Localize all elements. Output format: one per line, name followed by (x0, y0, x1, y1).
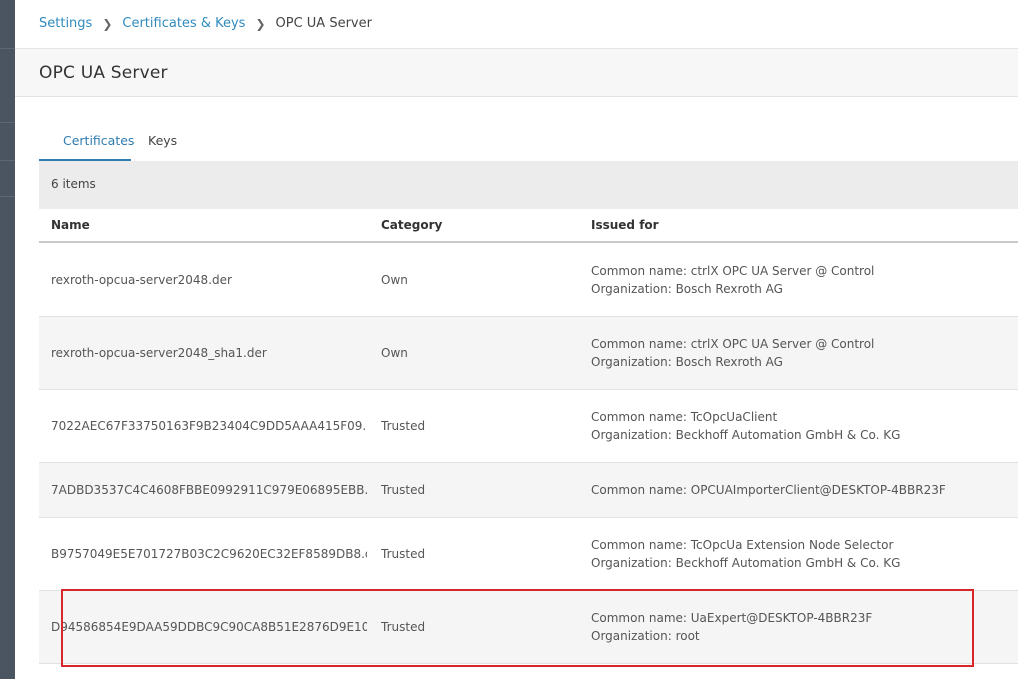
issued-for-line: Organization: Beckhoff Automation GmbH &… (591, 556, 901, 570)
cell-issued-for: Common name: ctrlX OPC UA Server @ Contr… (591, 262, 1011, 298)
cell-issued-for: Common name: ctrlX OPC UA Server @ Contr… (591, 335, 1011, 371)
page-header: OPC UA Server (15, 48, 1018, 97)
breadcrumb-certificates-keys-link[interactable]: Certificates & Keys (122, 16, 245, 31)
tab-keys[interactable]: Keys (148, 130, 177, 161)
issued-for-line: Common name: ctrlX OPC UA Server @ Contr… (591, 264, 875, 278)
chevron-right-icon: ❯ (102, 16, 113, 31)
cell-issued-for: Common name: TcOpcUaClient Organization:… (591, 408, 1011, 444)
table-row[interactable]: 7022AEC67F33750163F9B23404C9DD5AAA415F09… (39, 390, 1018, 463)
side-strip-divider (0, 160, 15, 161)
issued-for-line: Common name: UaExpert@DESKTOP-4BBR23F (591, 611, 873, 625)
table-header: Name Category Issued for (39, 209, 1018, 243)
main-content: Settings ❯ Certificates & Keys ❯ OPC UA … (15, 0, 1018, 679)
table-row[interactable]: D94586854E9DAA59DDBC9C90CA8B51E2876D9E10… (39, 591, 1018, 664)
certificates-table: Name Category Issued for rexroth-opcua-s… (39, 209, 1018, 664)
issued-for-line: Organization: Bosch Rexroth AG (591, 282, 783, 296)
issued-for-line: Organization: Bosch Rexroth AG (591, 355, 783, 369)
column-header-name[interactable]: Name (51, 218, 90, 232)
item-count-bar: 6 items (39, 161, 1018, 209)
issued-for-line: Organization: Beckhoff Automation GmbH &… (591, 428, 901, 442)
cell-category: Trusted (381, 547, 426, 561)
breadcrumb-current: OPC UA Server (275, 16, 372, 31)
cell-category: Trusted (381, 419, 426, 433)
cell-name: rexroth-opcua-server2048_sha1.der (51, 346, 267, 360)
side-strip-divider (0, 122, 15, 123)
column-header-category[interactable]: Category (381, 218, 442, 232)
table-row[interactable]: rexroth-opcua-server2048.der Own Common … (39, 243, 1018, 317)
issued-for-line: Organization: root (591, 629, 700, 643)
cell-name: rexroth-opcua-server2048.der (51, 273, 232, 287)
side-strip-divider (0, 196, 15, 197)
cell-issued-for: Common name: TcOpcUa Extension Node Sele… (591, 536, 1011, 572)
cell-name: 7022AEC67F33750163F9B23404C9DD5AAA415F09… (51, 419, 367, 433)
cell-category: Own (381, 346, 408, 360)
issued-for-line: Common name: TcOpcUaClient (591, 410, 778, 424)
table-row[interactable]: rexroth-opcua-server2048_sha1.der Own Co… (39, 317, 1018, 390)
issued-for-line: Common name: OPCUAImporterClient@DESKTOP… (591, 483, 946, 497)
cell-name: 7ADBD3537C4C4608FBBE0992911C979E06895EBB… (51, 483, 367, 497)
cell-name: D94586854E9DAA59DDBC9C90CA8B51E2876D9E10… (51, 620, 367, 634)
breadcrumb-settings-link[interactable]: Settings (39, 16, 92, 31)
side-strip-divider (0, 48, 15, 49)
item-count: 6 items (51, 177, 96, 191)
cell-name: B9757049E5E701727B03C2C9620EC32EF8589DB8… (51, 547, 367, 561)
column-header-issued-for[interactable]: Issued for (591, 218, 659, 232)
cell-category: Trusted (381, 620, 426, 634)
tab-bar: Certificates Keys (39, 130, 177, 161)
table-row[interactable]: B9757049E5E701727B03C2C9620EC32EF8589DB8… (39, 518, 1018, 591)
table-row[interactable]: 7ADBD3537C4C4608FBBE0992911C979E06895EBB… (39, 463, 1018, 518)
issued-for-line: Common name: TcOpcUa Extension Node Sele… (591, 538, 894, 552)
cell-issued-for: Common name: OPCUAImporterClient@DESKTOP… (591, 481, 1011, 499)
tab-certificates[interactable]: Certificates (39, 130, 134, 161)
breadcrumb: Settings ❯ Certificates & Keys ❯ OPC UA … (39, 16, 372, 31)
side-strip (0, 0, 15, 679)
cell-issued-for: Common name: UaExpert@DESKTOP-4BBR23F Or… (591, 609, 1011, 645)
issued-for-line: Common name: ctrlX OPC UA Server @ Contr… (591, 337, 875, 351)
page-title: OPC UA Server (39, 63, 168, 83)
cell-category: Own (381, 273, 408, 287)
cell-category: Trusted (381, 483, 426, 497)
chevron-right-icon: ❯ (255, 16, 266, 31)
